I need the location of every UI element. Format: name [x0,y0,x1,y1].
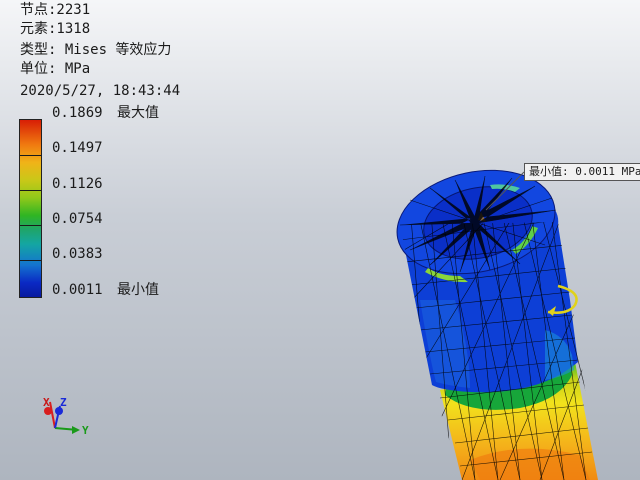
min-value-tag: 最小值: 0.0011 MPa [524,163,640,181]
model-viewport[interactable] [0,0,640,480]
axis-z-label: Z [60,396,67,409]
axis-x-label: X [43,396,50,409]
axis-y-label: Y [82,424,89,437]
